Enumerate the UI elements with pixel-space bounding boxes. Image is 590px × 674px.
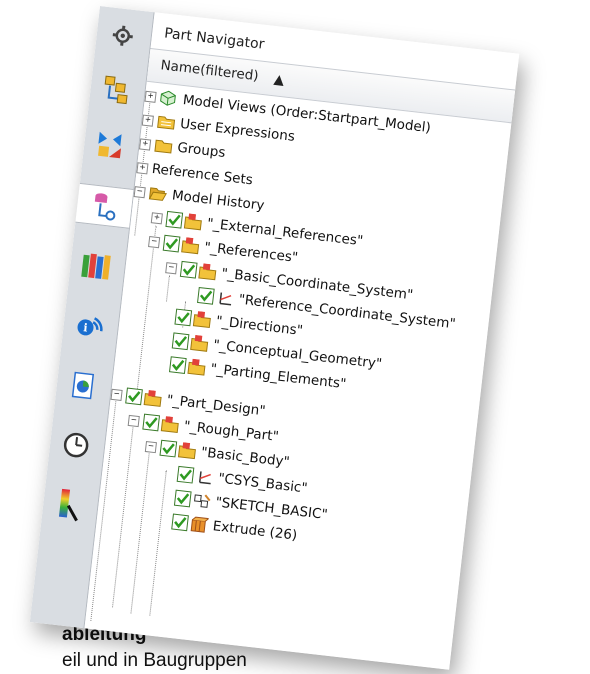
folder-icon [156,113,178,131]
background-text-line: eil und in Baugruppen [62,650,247,671]
column-header-label: Name(filtered) [159,57,260,85]
collapse-toggle[interactable]: − [133,185,146,198]
visibility-checkbox[interactable] [179,260,198,279]
model-views-icon [159,89,181,107]
expand-toggle[interactable]: + [144,90,157,103]
constraint-navigator-icon[interactable] [88,124,132,166]
sort-ascending-icon[interactable]: ▲ [273,71,285,88]
folder-icon [154,137,176,155]
system-materials-icon[interactable] [54,424,98,466]
visibility-checkbox[interactable] [159,439,178,458]
visibility-checkbox[interactable] [168,356,187,374]
expand-toggle[interactable]: + [150,211,163,224]
visibility-checkbox[interactable] [197,286,215,305]
feature-group-icon [192,311,214,329]
part-navigator-icon[interactable] [75,182,134,229]
feature-group-icon [183,213,205,231]
expand-toggle[interactable]: + [141,114,154,127]
history-palette-icon[interactable] [61,364,105,406]
process-studio-icon[interactable] [47,484,91,526]
expand-toggle[interactable]: + [136,161,149,174]
feature-group-icon [198,263,220,281]
feature-group-icon [187,358,209,376]
tree-node-label: Extrude (26) [211,518,299,544]
visibility-checkbox[interactable] [162,234,181,253]
collapse-toggle[interactable]: − [110,388,123,401]
tree-node-label: Groups [176,139,227,162]
assembly-navigator-icon[interactable] [95,68,139,110]
feature-group-icon [160,416,182,434]
expand-toggle[interactable]: + [139,137,152,151]
visibility-checkbox[interactable] [174,308,193,327]
visibility-checkbox[interactable] [165,210,184,229]
roles-icon[interactable] [101,15,145,57]
visibility-checkbox[interactable] [171,513,189,532]
feature-group-icon [143,389,165,408]
navigator-title: Part Navigator [163,25,266,53]
datum-csys-icon [195,468,217,486]
web-browser-icon[interactable]: i [68,305,112,347]
nx-navigator-screenshot: i Part Navigator Name(filtered) ▲ + Mode… [29,6,520,670]
part-navigator: Part Navigator Name(filtered) ▲ + Model … [84,12,520,670]
tree-guide-line [130,444,151,614]
sketch-icon [192,492,214,510]
visibility-checkbox[interactable] [125,387,143,406]
collapse-toggle[interactable]: − [127,414,140,427]
reuse-library-icon[interactable] [74,245,118,287]
feature-group-icon [177,442,199,460]
datum-csys-icon [215,289,237,307]
folder-open-icon [148,185,170,203]
collapse-toggle[interactable]: − [165,261,178,274]
collapse-toggle[interactable]: − [148,235,161,248]
collapse-toggle[interactable]: − [144,440,158,453]
feature-group-icon [181,237,203,255]
extrude-icon [189,516,211,534]
visibility-checkbox[interactable] [171,332,190,351]
visibility-checkbox[interactable] [142,413,161,432]
tree-guide-line [112,418,135,608]
visibility-checkbox[interactable] [173,489,192,508]
feature-group-icon [190,334,212,352]
visibility-checkbox[interactable] [176,465,195,484]
